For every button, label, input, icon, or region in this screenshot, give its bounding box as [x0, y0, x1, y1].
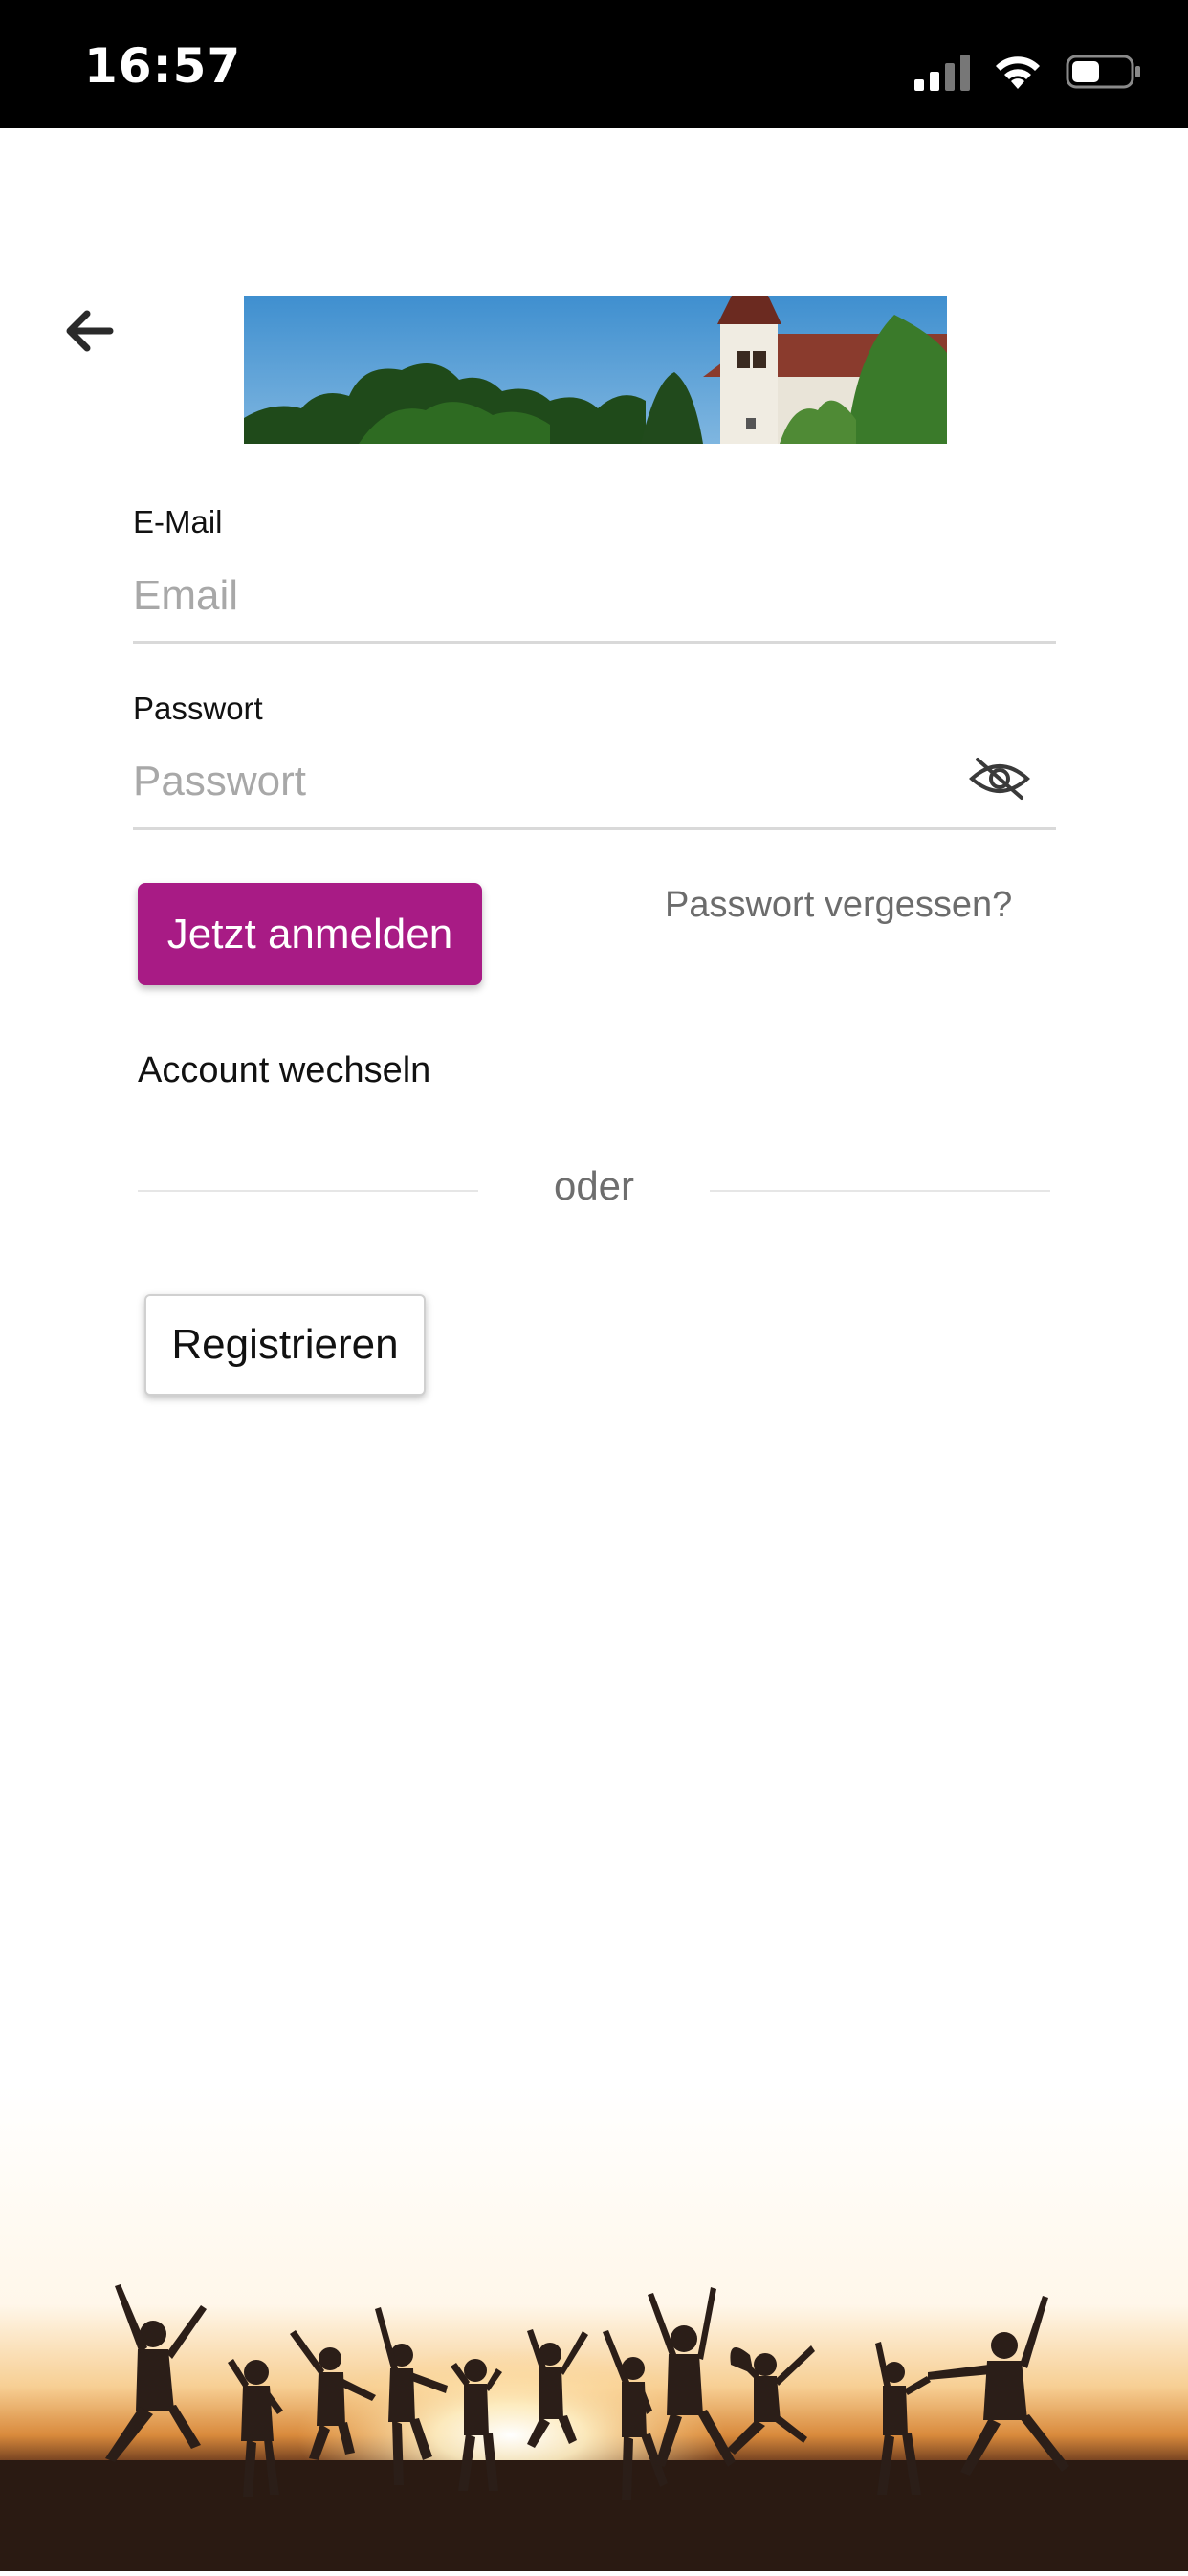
arrow-left-icon: [66, 310, 114, 352]
password-input[interactable]: [133, 751, 956, 812]
footer-image: [0, 2085, 1188, 2571]
forgot-password-link[interactable]: Passwort vergessen?: [665, 885, 1012, 926]
switch-account-link[interactable]: Account wechseln: [138, 1050, 430, 1091]
status-bar: 16:57: [0, 0, 1188, 128]
divider-line-right: [710, 1190, 1050, 1192]
church-on-hill-banner: [244, 296, 947, 444]
status-icons: [913, 48, 1142, 96]
register-button[interactable]: Registrieren: [144, 1294, 426, 1396]
divider-line-left: [138, 1190, 478, 1192]
password-visibility-toggle[interactable]: [968, 754, 1031, 804]
password-label: Passwort: [133, 691, 263, 726]
email-label: E-Mail: [133, 504, 223, 539]
email-input[interactable]: [133, 565, 1056, 627]
back-button[interactable]: [57, 299, 121, 363]
people-jumping-at-sunset: [0, 2085, 1188, 2571]
battery-icon: [1066, 55, 1140, 89]
divider-text: oder: [553, 1163, 635, 1208]
cellular-signal-icon: [914, 55, 970, 91]
login-button[interactable]: Jetzt anmelden: [138, 883, 482, 985]
email-underline: [133, 641, 1056, 644]
status-time: 16:57: [84, 38, 242, 94]
eye-off-icon: [969, 758, 1030, 800]
password-underline: [133, 827, 1056, 830]
header-banner-image: [244, 296, 947, 444]
wifi-icon: [996, 56, 1040, 89]
